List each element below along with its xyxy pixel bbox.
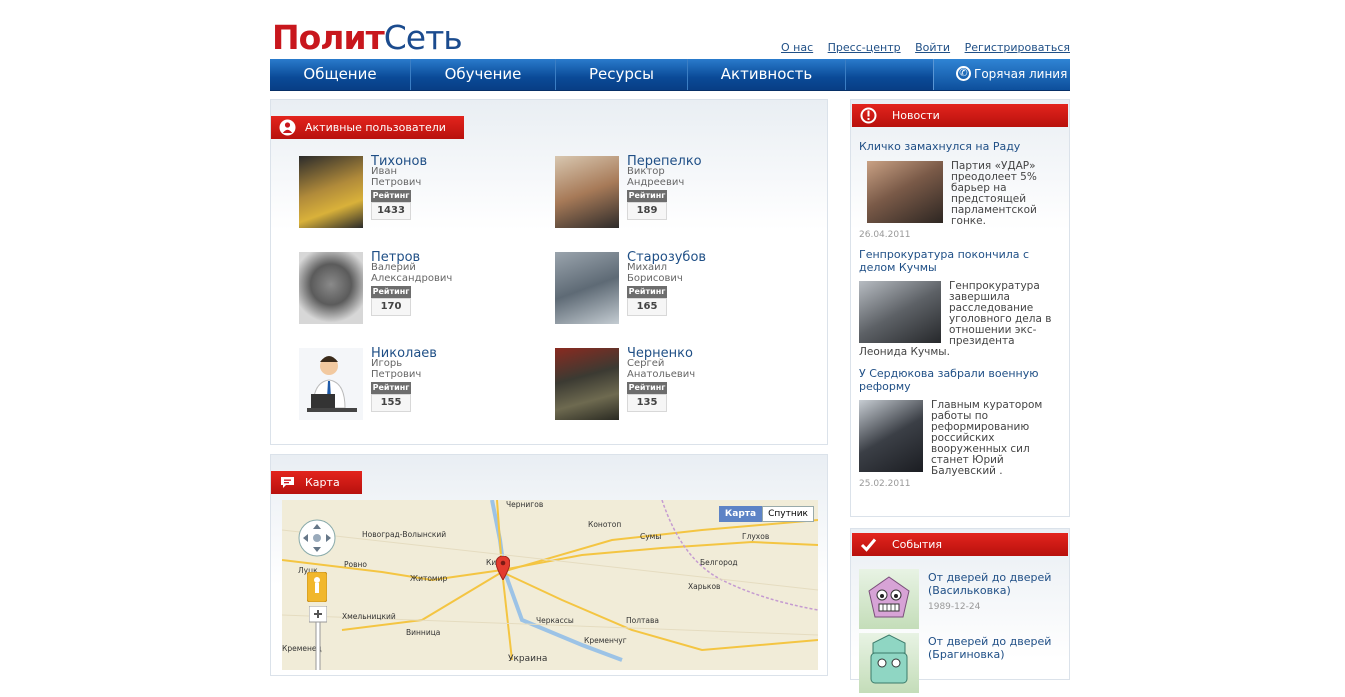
user-card[interactable]: Петров Валерий Александрович Рейтинг 170 (299, 250, 549, 327)
main-nav: Общение Обучение Ресурсы Активность ✆ Гор… (270, 59, 1070, 91)
event-avatar[interactable] (859, 569, 919, 629)
nav-item-communication[interactable]: Общение (270, 59, 411, 90)
news-title[interactable]: У Сердюкова забрали военную реформу (859, 367, 1059, 393)
robot-face-icon (868, 576, 910, 618)
active-users-panel: Активные пользователи Тихонов Иван Петро… (270, 99, 828, 445)
events-header: События (852, 533, 1068, 556)
satellite-mode-button[interactable]: Спутник (762, 506, 814, 522)
avatar[interactable] (299, 348, 363, 420)
event-item: От дверей до дверей (Брагиновка) (859, 633, 1064, 695)
site-logo[interactable]: ПолитСеть (272, 18, 463, 58)
link-about[interactable]: О нас (781, 41, 813, 54)
active-users-header: Активные пользователи (271, 116, 464, 139)
map-pan-control[interactable] (297, 518, 337, 558)
avatar[interactable] (555, 156, 619, 228)
map-marker-icon[interactable] (496, 556, 510, 580)
zoom-control[interactable] (309, 606, 327, 670)
user-card[interactable]: Николаев Игорь Петрович Рейтинг 155 (299, 346, 549, 423)
avatar[interactable] (299, 252, 363, 324)
top-links: О нас Пресс-центр Войти Регистрироваться (770, 41, 1070, 54)
news-image[interactable] (859, 281, 941, 343)
avatar[interactable] (555, 348, 619, 420)
map-type-toggle: Карта Спутник (718, 506, 814, 522)
rating-badge: Рейтинг 135 (627, 382, 667, 412)
map-roads (282, 500, 818, 662)
robot-face-icon (870, 634, 908, 684)
news-image[interactable] (867, 161, 943, 223)
news-title[interactable]: Генпрокуратура покончила с делом Кучмы (859, 248, 1059, 274)
map-mode-button[interactable]: Карта (718, 506, 763, 522)
news-image[interactable] (859, 400, 923, 472)
avatar[interactable] (555, 252, 619, 324)
events-panel: События От дверей до дверей (Васильковка… (850, 528, 1070, 693)
user-card[interactable]: Черненко Сергей Анатольевич Рейтинг 135 (555, 346, 805, 423)
news-item: У Сердюкова забрали военную реформу Глав… (859, 367, 1059, 489)
checkmark-icon (860, 538, 877, 552)
user-icon (279, 119, 296, 136)
news-item: Генпрокуратура покончила с делом Кучмы Г… (859, 248, 1059, 358)
map-view[interactable]: Чернигов Луцк Ровно Житомир Киев Сумы Гл… (282, 500, 818, 670)
news-panel: Новости Кличко замахнулся на Раду Партия… (850, 99, 1070, 517)
link-press[interactable]: Пресс-центр (828, 41, 901, 54)
link-register[interactable]: Регистрироваться (965, 41, 1070, 54)
news-item: Кличко замахнулся на Раду Партия «УДАР» … (859, 140, 1059, 240)
link-login[interactable]: Войти (915, 41, 950, 54)
rating-badge: Рейтинг 165 (627, 286, 667, 316)
user-card[interactable]: Старозубов Михаил Борисович Рейтинг 165 (555, 250, 805, 327)
news-title[interactable]: Кличко замахнулся на Раду (859, 140, 1059, 153)
rating-badge: Рейтинг 155 (371, 382, 411, 412)
phone-icon: ✆ (956, 66, 971, 81)
avatar[interactable] (299, 156, 363, 228)
map-header: Карта (271, 471, 362, 494)
user-card[interactable]: Тихонов Иван Петрович Рейтинг 1433 (299, 154, 549, 231)
street-view-pegman-icon[interactable] (307, 572, 327, 602)
event-title[interactable]: От дверей до дверей (Васильковка) (928, 571, 1064, 597)
rating-badge: Рейтинг 170 (371, 286, 411, 316)
nav-item-resources[interactable]: Ресурсы (556, 59, 688, 90)
nav-item-education[interactable]: Обучение (411, 59, 556, 90)
rating-badge: Рейтинг 189 (627, 190, 667, 220)
rating-badge: Рейтинг 1433 (371, 190, 411, 220)
event-title[interactable]: От дверей до дверей (Брагиновка) (928, 635, 1064, 661)
hotline-button[interactable]: ✆ Горячая линия (933, 59, 1070, 90)
speech-bubble-icon (281, 477, 294, 488)
info-icon (860, 107, 877, 124)
news-header: Новости (852, 104, 1068, 127)
user-card[interactable]: Перепелко Виктор Андреевич Рейтинг 189 (555, 154, 805, 231)
nav-item-activity[interactable]: Активность (688, 59, 846, 90)
cartoon-avatar-icon (299, 348, 363, 420)
event-avatar[interactable] (859, 633, 919, 693)
event-item: От дверей до дверей (Васильковка) 1989-1… (859, 569, 1064, 631)
